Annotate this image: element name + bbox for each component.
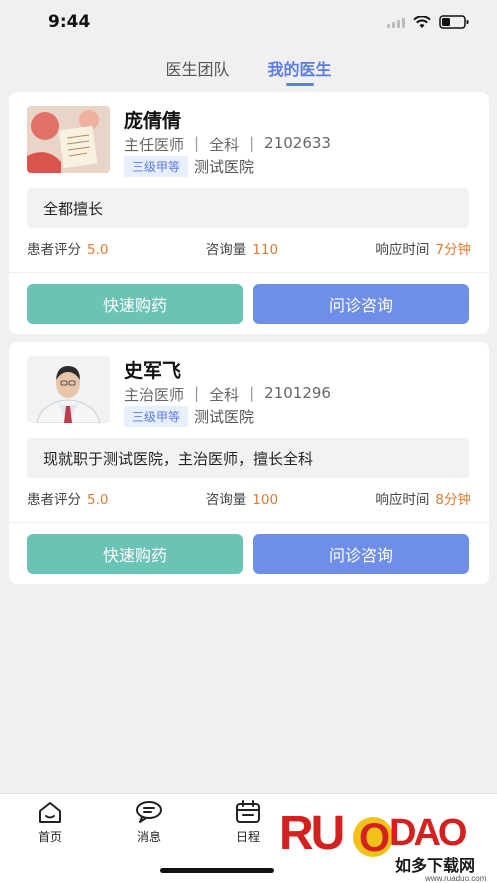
battery-icon	[439, 15, 469, 29]
hospital-level-badge: 三级甲等	[124, 156, 189, 177]
svg-text:O: O	[359, 816, 390, 860]
meta-separator: |	[194, 134, 200, 152]
rating-stat: 患者评分 5.0	[27, 238, 108, 258]
doctor-title: 主治医师	[124, 386, 185, 404]
hospital-row: 三级甲等 测试医院	[124, 406, 254, 427]
svg-text:www.ruaduo.com: www.ruaduo.com	[424, 874, 487, 883]
card-divider	[9, 272, 489, 273]
tabbar-item-home[interactable]: 首页	[20, 800, 80, 845]
doctor-card[interactable]: 史军飞 主治医师 | 全科 | 2101296 三级甲等 测试医院 现就职于测试…	[9, 342, 489, 584]
active-tab-indicator	[285, 83, 314, 86]
tab-my-doctors[interactable]: 我的医生	[268, 52, 332, 86]
hospital-level-badge: 三级甲等	[124, 406, 189, 427]
response-time-stat: 响应时间 7分钟	[375, 238, 471, 258]
consult-count-label: 咨询量	[205, 242, 247, 258]
rating-label: 患者评分	[27, 492, 81, 508]
hospital-row: 三级甲等 测试医院	[124, 156, 254, 177]
hospital-name: 测试医院	[194, 158, 255, 176]
tabbar-label-home: 首页	[37, 830, 62, 844]
meta-separator: |	[249, 134, 255, 152]
tabbar-label-schedule: 日程	[235, 830, 260, 844]
doctor-meta: 主治医师 | 全科 | 2101296	[124, 384, 331, 405]
rating-stat: 患者评分 5.0	[27, 488, 108, 508]
response-time-stat: 响应时间 8分钟	[375, 488, 471, 508]
consult-count-value: 110	[252, 242, 279, 258]
message-icon	[136, 801, 162, 823]
hospital-name: 测试医院	[194, 408, 255, 426]
doctor-name: 史军飞	[124, 360, 182, 382]
status-time: 9:44	[48, 12, 91, 32]
calendar-icon	[236, 800, 260, 823]
doctor-department: 全科	[209, 136, 240, 154]
doctor-intro: 全都擅长	[27, 188, 469, 228]
consult-count-value: 100	[252, 492, 279, 508]
meta-separator: |	[249, 384, 255, 402]
quick-buy-button[interactable]: 快速购药	[27, 534, 243, 574]
doctor-avatar	[27, 106, 110, 173]
consult-count-stat: 咨询量 100	[206, 488, 278, 508]
wifi-icon	[413, 15, 431, 29]
tabbar-item-schedule[interactable]: 日程	[218, 800, 278, 845]
consult-count-label: 咨询量	[205, 492, 247, 508]
card-divider	[9, 522, 489, 523]
tab-my-doctors-label: 我的医生	[267, 60, 332, 79]
watermark-logo: RU O DAO 如多下载网 www.ruaduo.com	[275, 799, 497, 883]
consult-button[interactable]: 问诊咨询	[253, 534, 469, 574]
doctor-id: 2102633	[264, 134, 331, 152]
doctor-name: 庞倩倩	[124, 110, 182, 132]
tabbar-item-messages[interactable]: 消息	[119, 800, 179, 845]
svg-text:如多下载网: 如多下载网	[395, 856, 475, 875]
doctor-avatar	[27, 356, 110, 423]
consult-button[interactable]: 问诊咨询	[253, 284, 469, 324]
rating-value: 5.0	[87, 492, 109, 508]
doctor-stats: 患者评分 5.0 咨询量 110 响应时间 7分钟	[27, 238, 471, 258]
response-time-label: 响应时间	[375, 492, 430, 508]
rating-value: 5.0	[87, 242, 109, 258]
doctor-department: 全科	[209, 386, 240, 404]
response-time-value: 8分钟	[435, 492, 471, 508]
doctor-intro: 现就职于测试医院，主治医师，擅长全科	[27, 438, 469, 478]
home-indicator	[160, 868, 274, 873]
tab-doctor-team-label: 医生团队	[165, 60, 230, 79]
svg-text:RU: RU	[279, 807, 343, 860]
rating-label: 患者评分	[27, 242, 81, 258]
home-icon	[39, 802, 61, 823]
response-time-value: 7分钟	[435, 242, 471, 258]
svg-text:DAO: DAO	[389, 812, 466, 854]
status-icons	[387, 15, 469, 29]
doctor-card[interactable]: 庞倩倩 主任医师 | 全科 | 2102633 三级甲等 测试医院 全都擅长 患…	[9, 92, 489, 334]
signal-icon	[387, 16, 405, 28]
meta-separator: |	[194, 384, 200, 402]
status-bar: 9:44	[0, 0, 497, 44]
tab-doctor-team[interactable]: 医生团队	[165, 52, 229, 86]
response-time-label: 响应时间	[375, 242, 430, 258]
doctor-meta: 主任医师 | 全科 | 2102633	[124, 134, 331, 155]
doctor-title: 主任医师	[124, 136, 185, 154]
consult-count-stat: 咨询量 110	[206, 238, 278, 258]
top-tabs: 医生团队 我的医生	[0, 52, 497, 86]
tabbar-label-messages: 消息	[136, 830, 161, 844]
doctor-stats: 患者评分 5.0 咨询量 100 响应时间 8分钟	[27, 488, 471, 508]
doctor-id: 2101296	[264, 384, 331, 402]
quick-buy-button[interactable]: 快速购药	[27, 284, 243, 324]
